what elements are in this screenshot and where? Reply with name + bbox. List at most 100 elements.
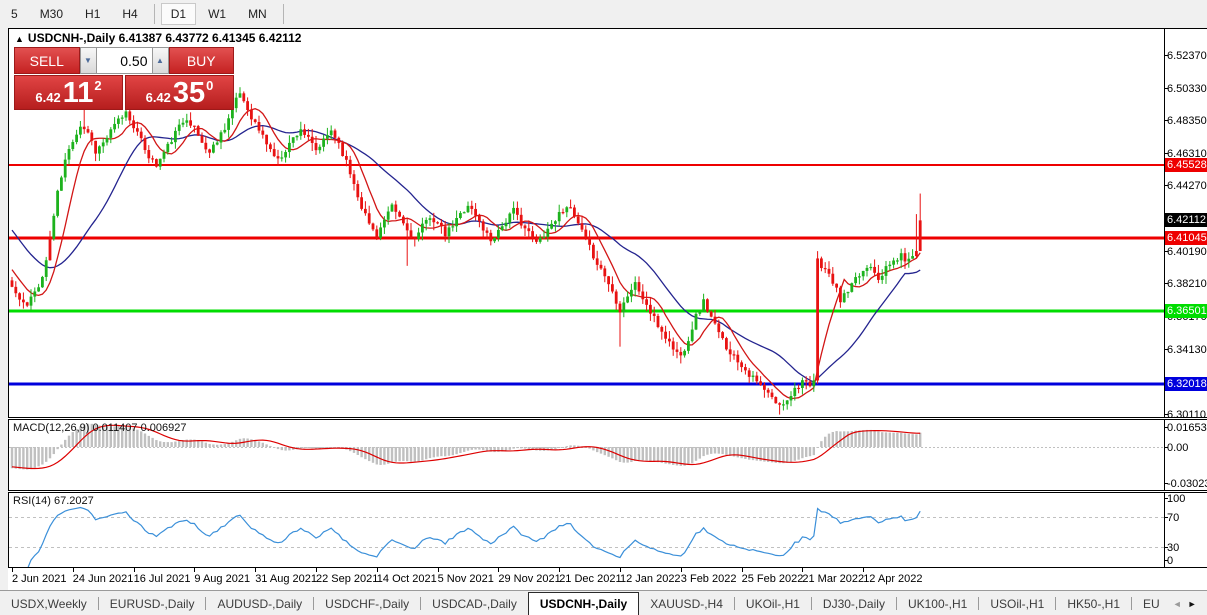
date-tick	[559, 568, 560, 572]
date-label: 12 Jan 2022	[620, 573, 681, 585]
buy-price-sup: 0	[206, 78, 213, 93]
sell-price-quote[interactable]: 6.42 11 2	[14, 75, 123, 110]
macd-axis-label: 0.00	[1167, 442, 1188, 454]
tabs-scroll-right-icon[interactable]: ►	[1188, 599, 1197, 609]
chart-tabs: USDX,WeeklyEURUSD-,DailyAUDUSD-,DailyUSD…	[0, 590, 1207, 615]
tabs-scroll-left-icon[interactable]: ◄	[1173, 599, 1182, 609]
date-label: 12 Apr 2022	[863, 573, 922, 585]
chart-tab-usoil-h1[interactable]: USOil-,H1	[979, 594, 1055, 614]
macd-axis-label: 0.01653	[1167, 422, 1207, 434]
sell-price-main: 11	[63, 79, 94, 108]
chart-ohlc-values: 6.41387 6.43772 6.41345 6.42112	[119, 31, 302, 45]
date-tick	[194, 568, 195, 572]
chart-tab-uk100-h1[interactable]: UK100-,H1	[897, 594, 978, 614]
date-tick	[255, 568, 256, 572]
timeframe-button-h4[interactable]: H4	[112, 3, 147, 25]
timeframe-button-h1[interactable]: H1	[75, 3, 110, 25]
chart-tab-usdx-weekly[interactable]: USDX,Weekly	[0, 594, 98, 614]
date-label: 29 Nov 2021	[498, 573, 560, 585]
date-tick	[863, 568, 864, 572]
date-tick	[438, 568, 439, 572]
volume-decrease-button[interactable]: ▼	[80, 47, 97, 74]
date-tick	[498, 568, 499, 572]
date-label: 21 Dec 2021	[559, 573, 621, 585]
price-tick-label: 6.38210	[1167, 278, 1207, 290]
date-label: 31 Aug 2021	[255, 573, 317, 585]
chart-tab-usdchf-daily[interactable]: USDCHF-,Daily	[314, 594, 420, 614]
buy-button[interactable]: BUY	[169, 47, 235, 74]
one-click-trading-panel: SELL ▼ 0.50 ▲ BUY 6.42 11 2 6.42	[14, 47, 234, 110]
price-tick-label: 6.52370	[1167, 50, 1207, 62]
date-label: 21 Mar 2022	[802, 573, 864, 585]
rsi-panel: RSI(14) 67.2027 100 70 300	[8, 492, 1207, 568]
level-price-label: 6.36501	[1165, 304, 1207, 318]
date-label: 16 Jul 2021	[134, 573, 191, 585]
date-label: 2 Jun 2021	[12, 573, 66, 585]
terminal-window: 5M30H1H4 D1W1MN ▲ USDCNH-,Daily 6.41387 6.…	[0, 0, 1207, 615]
date-tick	[742, 568, 743, 572]
timeframe-button-mn[interactable]: MN	[238, 3, 277, 25]
buy-price-quote[interactable]: 6.42 35 0	[125, 75, 234, 110]
collapse-chart-icon[interactable]: ▲	[15, 34, 24, 44]
chart-tab-eu[interactable]: EU	[1132, 594, 1171, 614]
chart-tab-hk50-h1[interactable]: HK50-,H1	[1056, 594, 1131, 614]
chart-tab-audusd-daily[interactable]: AUDUSD-,Daily	[206, 594, 313, 614]
chart-tab-xauusd-h4[interactable]: XAUUSD-,H4	[639, 594, 734, 614]
buy-price-prefix: 6.42	[146, 90, 171, 105]
date-label: 25 Feb 2022	[742, 573, 804, 585]
date-tick	[377, 568, 378, 572]
timeframe-toolbar: 5M30H1H4 D1W1MN	[0, 0, 1207, 28]
date-axis[interactable]: 2 Jun 2021 24 Jun 202116 Jul 20219 Aug 20…	[8, 568, 1207, 591]
timeframe-button-m30[interactable]: M30	[30, 3, 73, 25]
date-tick	[12, 568, 13, 572]
price-axis[interactable]: 6.523706.503306.483506.463106.442706.401…	[1165, 28, 1207, 418]
current-price-label: 6.42112	[1165, 213, 1207, 227]
rsi-axis-label: 30	[1167, 542, 1179, 554]
chart-tab-ukoil-h1[interactable]: UKOil-,H1	[735, 594, 811, 614]
sell-button[interactable]: SELL	[14, 47, 80, 74]
main-chart-panel: ▲ USDCNH-,Daily 6.41387 6.43772 6.41345 6…	[8, 28, 1207, 418]
rsi-chart-canvas[interactable]	[9, 493, 1164, 567]
chart-window: ▲ USDCNH-,Daily 6.41387 6.43772 6.41345 6…	[8, 28, 1207, 590]
macd-axis-label: -0.03023	[1167, 478, 1207, 490]
macd-axis: 0.01653 0.00 -0.03023	[1165, 419, 1207, 491]
toolbar-separator	[283, 4, 284, 24]
date-label: 24 Jun 2021	[73, 573, 134, 585]
timeframe-button-d1[interactable]: D1	[161, 3, 196, 25]
chart-tab-eurusd-daily[interactable]: EURUSD-,Daily	[99, 594, 206, 614]
rsi-axis-label: 100	[1167, 493, 1185, 505]
date-tick	[802, 568, 803, 572]
price-tick-label: 6.40190	[1167, 246, 1207, 258]
toolbar-separator	[154, 4, 155, 24]
price-tick-label: 6.48350	[1167, 115, 1207, 127]
rsi-axis-label: 70	[1167, 512, 1179, 524]
date-tick	[620, 568, 621, 572]
price-tick-label: 6.50330	[1167, 83, 1207, 95]
chart-symbol-label: USDCNH-,Daily	[28, 31, 115, 45]
rsi-indicator-label: RSI(14) 67.2027	[13, 495, 94, 507]
price-tick-label: 6.34130	[1167, 344, 1207, 356]
rsi-axis: 100 70 300	[1165, 492, 1207, 568]
level-price-label: 6.41045	[1165, 231, 1207, 245]
level-price-label: 6.32018	[1165, 377, 1207, 391]
date-label: 3 Feb 2022	[681, 573, 737, 585]
timeframe-button-w1[interactable]: W1	[198, 3, 236, 25]
chart-tab-usdcnh-daily[interactable]: USDCNH-,Daily	[528, 592, 639, 615]
sell-price-prefix: 6.42	[35, 90, 60, 105]
timeframe-button-5[interactable]: 5	[1, 3, 28, 25]
macd-indicator-label: MACD(12,26,9) 0.011407 0.006927	[13, 422, 186, 434]
sell-price-sup: 2	[94, 78, 101, 93]
date-tick	[73, 568, 74, 572]
level-price-label: 6.45528	[1165, 158, 1207, 172]
date-label: 22 Sep 2021	[316, 573, 378, 585]
date-tick	[316, 568, 317, 572]
price-tick-label: 6.44270	[1167, 180, 1207, 192]
chart-tab-usdcad-daily[interactable]: USDCAD-,Daily	[421, 594, 528, 614]
volume-increase-button[interactable]: ▲	[152, 47, 169, 74]
chart-title: ▲ USDCNH-,Daily 6.41387 6.43772 6.41345 6…	[15, 31, 301, 45]
rsi-axis-label: 0	[1167, 555, 1173, 567]
date-label: 9 Aug 2021	[194, 573, 250, 585]
chart-tab-dj30-daily[interactable]: DJ30-,Daily	[812, 594, 896, 614]
volume-input[interactable]: 0.50	[97, 47, 152, 74]
date-label: 14 Oct 2021	[377, 573, 437, 585]
